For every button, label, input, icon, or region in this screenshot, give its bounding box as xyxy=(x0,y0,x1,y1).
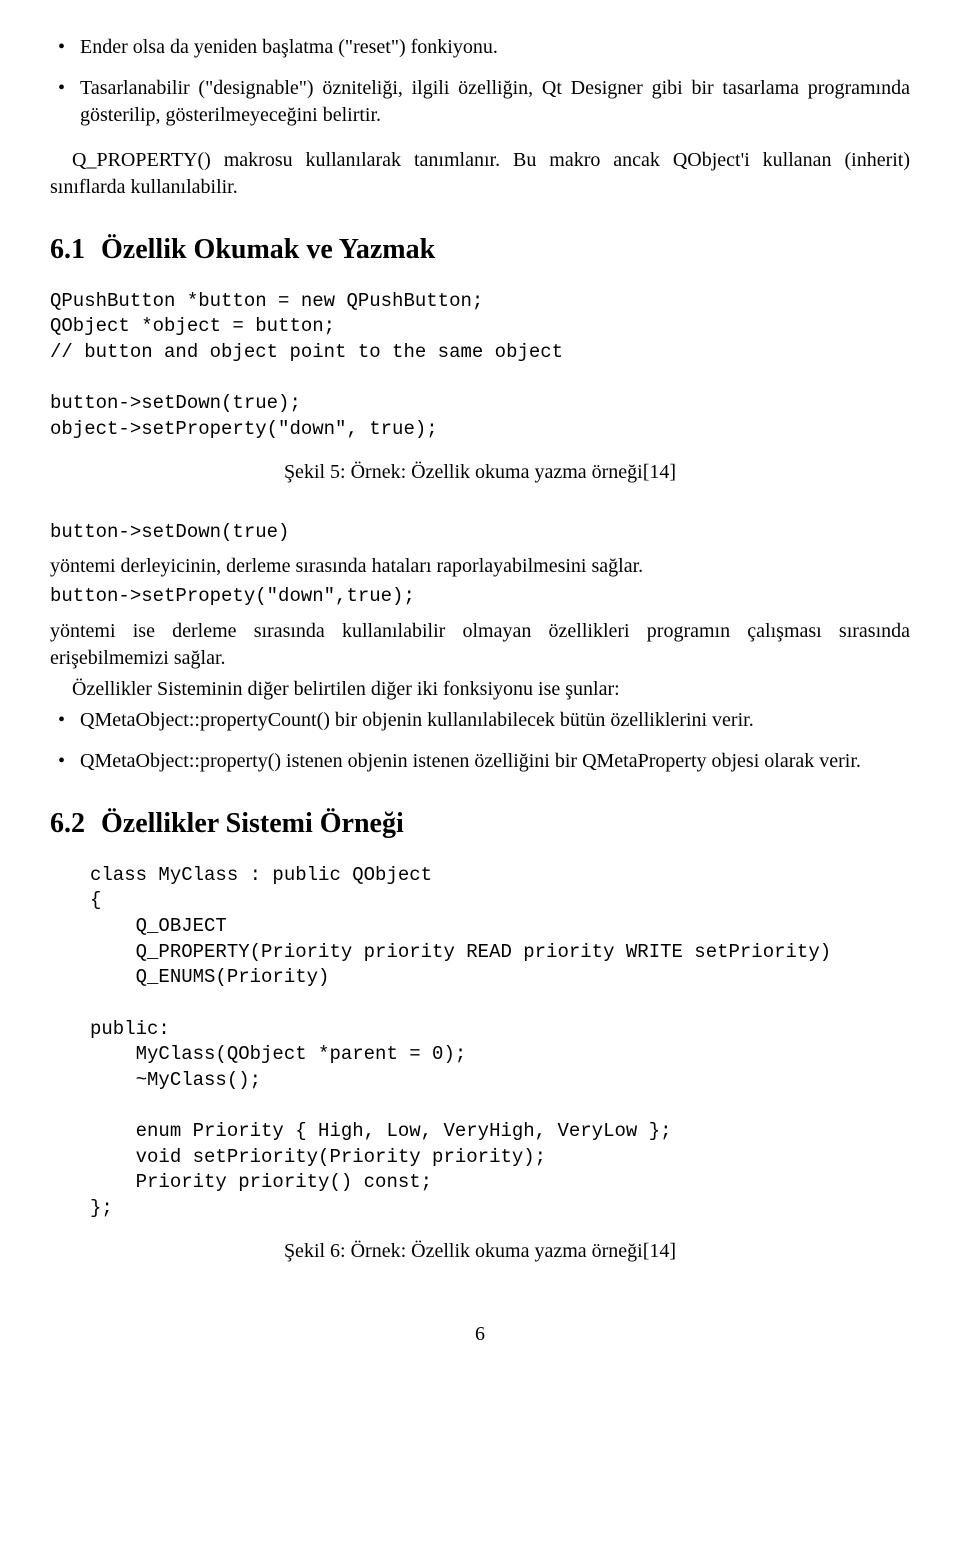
figure-caption-6: Şekil 6: Örnek: Özellik okuma yazma örne… xyxy=(50,1238,910,1265)
top-bullet-list: Ender olsa da yeniden başlatma ("reset")… xyxy=(50,34,910,129)
section-heading-6-1: 6.1 Özellik Okumak ve Yazmak xyxy=(50,231,910,269)
mid-bullet-list: QMetaObject::propertyCount() bir objenin… xyxy=(50,707,910,775)
paragraph-qproperty: Q_PROPERTY() makrosu kullanılarak tanıml… xyxy=(50,147,910,201)
code-line-setdown: button->setDown(true) xyxy=(50,520,910,546)
list-item: QMetaObject::propertyCount() bir objenin… xyxy=(50,707,910,734)
paragraph-derleyici: yöntemi derleyicinin, derleme sırasında … xyxy=(50,553,910,580)
section-heading-6-2: 6.2 Özellikler Sistemi Örneği xyxy=(50,805,910,843)
list-item: Tasarlanabilir ("designable") özniteliği… xyxy=(50,75,910,129)
page-number: 6 xyxy=(50,1321,910,1348)
section-title: Özellikler Sistemi Örneği xyxy=(101,808,404,839)
section-title: Özellik Okumak ve Yazmak xyxy=(101,234,435,265)
code-block-1: QPushButton *button = new QPushButton; Q… xyxy=(50,289,910,443)
code-block-2: class MyClass : public QObject { Q_OBJEC… xyxy=(90,863,910,1222)
section-number: 6.2 xyxy=(50,808,85,839)
list-item: QMetaObject::property() istenen objenin … xyxy=(50,748,910,775)
paragraph-ozellikler: Özellikler Sisteminin diğer belirtilen d… xyxy=(50,676,910,703)
paragraph-derleme: yöntemi ise derleme sırasında kullanılab… xyxy=(50,618,910,672)
code-line-setpropety: button->setPropety("down",true); xyxy=(50,584,910,610)
list-item: Ender olsa da yeniden başlatma ("reset")… xyxy=(50,34,910,61)
section-number: 6.1 xyxy=(50,234,85,265)
figure-caption-5: Şekil 5: Örnek: Özellik okuma yazma örne… xyxy=(50,459,910,486)
